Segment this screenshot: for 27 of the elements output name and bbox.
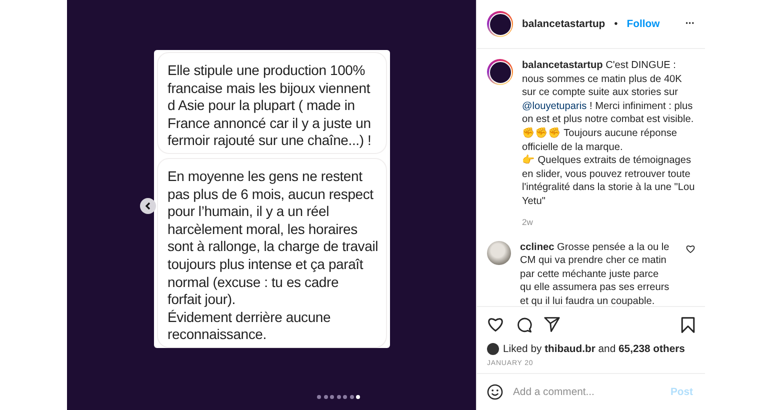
comment-text: cclinec Grosse pensée a la ou le CM qui va prendre cher ce matin par cette méchante juste parce qu elle assumera pas ses erreurs et qu il lui faudra un coupable. — [520, 240, 670, 306]
comment-icon[interactable] — [516, 316, 532, 332]
message-bubble: En moyenne les gens ne restent pas plus de 6 mois, aucun respect pour l’humain, il y a un réel harcèlement moral, les horaires sont à rallonge, la charge de travail toujours plus intense et ça paraît normal (excuse : tu es cadre forfait jour). Évidement derrière aucune reconnaissance. — [156, 158, 386, 348]
avatar[interactable] — [487, 343, 499, 355]
slide-indicator-dot[interactable] — [336, 395, 340, 399]
slide-indicator-dot[interactable] — [343, 395, 347, 399]
previous-button[interactable] — [140, 198, 156, 214]
message-bubble: Elle stipule une production 100% francaise mais les bijoux viennent d Asie pour la plupart ( made in France annoncé car il y a juste un fermoir rajouté sur une chaîne...) ! — [156, 52, 386, 154]
post-caption: balancetastartup C'est DINGUE : nous sommes ce matin plus de 40K sur ce compte suite aux stories sur @louyetuparis ! Merci infiniment : plus on est et plus notre combat est visible. ✊✊✊ Toujours aucune réponse officielle de la marque. 👉 Quelques extraits de témoignages en slider, vous pouvez retrouver toute l'intégralité dans la storie à la une "Lou Yetu" — [522, 59, 695, 209]
slide-indicator-dot[interactable] — [350, 395, 354, 399]
heart-icon[interactable] — [686, 244, 695, 253]
bookmark-icon[interactable] — [681, 316, 695, 332]
slide-indicator-dot[interactable] — [356, 395, 360, 399]
likes-text: Liked by thibaud.br and 65,238 others — [503, 344, 685, 354]
slide-indicator-dot[interactable] — [330, 395, 334, 399]
post-age: 2w — [522, 216, 534, 227]
avatar[interactable] — [487, 11, 513, 37]
send-icon[interactable] — [544, 317, 560, 332]
heart-icon[interactable] — [487, 317, 504, 332]
avatar[interactable] — [487, 59, 513, 85]
chevron-left-icon — [145, 202, 151, 210]
slide-indicator-dot[interactable] — [324, 395, 328, 399]
slide-indicator-dot[interactable] — [317, 395, 321, 399]
username[interactable]: balancetastartup — [522, 18, 606, 30]
separator-dot: • — [614, 18, 618, 30]
emoji-icon[interactable] — [487, 384, 503, 400]
comment-input[interactable]: Add a comment... — [513, 386, 660, 398]
